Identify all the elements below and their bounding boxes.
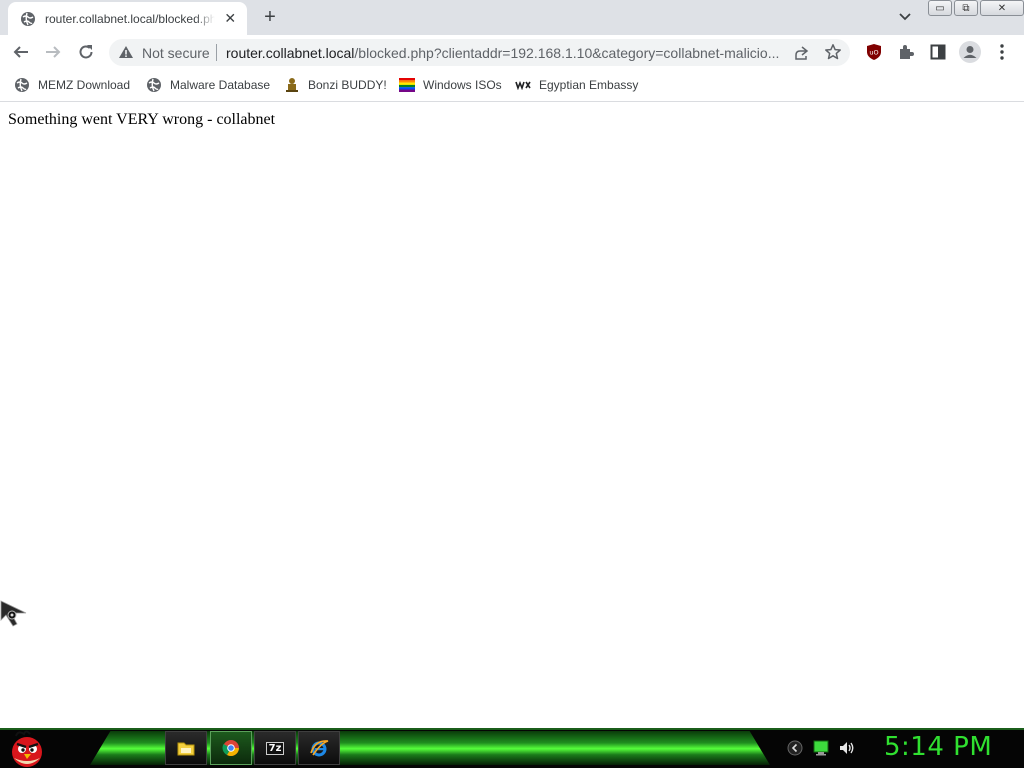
minimize-button[interactable]: ▭	[928, 0, 952, 16]
taskbar-border	[0, 728, 1024, 730]
reload-icon	[79, 45, 93, 59]
taskbar-clock[interactable]: 5:14 PM	[884, 732, 992, 762]
warning-icon[interactable]	[118, 45, 134, 59]
volume-icon[interactable]	[837, 738, 857, 758]
close-tab-icon[interactable]: ✕	[221, 10, 239, 28]
forward-button[interactable]	[41, 40, 65, 64]
security-label[interactable]: Not secure	[142, 45, 210, 61]
back-arrow-icon	[13, 46, 28, 58]
tab-title: router.collabnet.local/blocked.php?clien…	[45, 11, 216, 26]
browser-tab[interactable]: router.collabnet.local/blocked.php?clien…	[8, 2, 247, 35]
taskbar-chrome[interactable]	[210, 731, 252, 765]
file-explorer-icon	[177, 742, 195, 756]
url-path: /blocked.php?clientaddr=192.168.1.10&cat…	[354, 45, 780, 61]
globe-icon	[21, 11, 35, 26]
url-text[interactable]: router.collabnet.local/blocked.php?clien…	[226, 45, 779, 61]
internet-explorer-icon	[310, 740, 329, 757]
start-button[interactable]	[6, 728, 48, 768]
share-icon[interactable]	[793, 45, 809, 61]
bookmark-label: Windows ISOs	[423, 78, 502, 92]
bookmark-egyptian-embassy[interactable]: Egyptian Embassy	[515, 75, 638, 95]
bookmark-windows-isos[interactable]: Windows ISOs	[399, 75, 502, 95]
forward-arrow-icon	[46, 46, 61, 58]
globe-icon	[146, 77, 162, 93]
back-button[interactable]	[9, 40, 33, 64]
bookmark-bonzi-buddy[interactable]: Bonzi BUDDY!	[284, 75, 387, 95]
side-panel-shape	[930, 44, 946, 60]
bookmark-label: Bonzi BUDDY!	[308, 78, 387, 92]
wix-icon	[515, 77, 531, 93]
svg-text:uO: uO	[869, 49, 878, 57]
account-icon	[959, 41, 981, 63]
address-bar[interactable]: Not secure router.collabnet.local/blocke…	[109, 39, 850, 66]
bookmark-star-icon[interactable]	[824, 43, 842, 61]
side-panel-icon[interactable]	[929, 43, 947, 61]
taskbar-internet-explorer[interactable]	[298, 731, 340, 765]
globe-icon	[14, 77, 30, 93]
bookmark-label: Malware Database	[170, 78, 271, 92]
network-icon[interactable]	[811, 738, 831, 758]
profile-avatar[interactable]	[959, 41, 981, 63]
restore-button[interactable]: ⧉	[954, 0, 978, 16]
puzzle-icon	[900, 45, 914, 59]
taskbar-file-explorer[interactable]	[165, 731, 207, 765]
chevron-down-icon[interactable]	[896, 9, 914, 25]
new-tab-button[interactable]: +	[260, 7, 280, 27]
extensions-icon[interactable]	[897, 43, 915, 61]
reload-button[interactable]	[74, 40, 98, 64]
bookmarks-bar: MEMZ Download Malware Database Bonzi BUD…	[0, 69, 1024, 102]
rainbow-flag-icon	[399, 77, 415, 93]
7zip-icon: 7z	[265, 741, 285, 755]
system-tray	[785, 738, 863, 758]
window-controls: ▭ ⧉ ✕	[928, 0, 1024, 17]
error-message: Something went VERY wrong - collabnet	[8, 111, 276, 128]
ublock-shield-icon: uO	[867, 44, 881, 60]
omnibox-divider	[216, 44, 217, 61]
bookmark-label: MEMZ Download	[38, 78, 131, 92]
taskbar: 7z 5:14 PM	[0, 728, 1024, 768]
chrome-icon	[222, 740, 239, 757]
taskbar-7zip[interactable]: 7z	[254, 731, 296, 765]
browser-toolbar: Not secure router.collabnet.local/blocke…	[0, 35, 1024, 69]
bookmark-label: Egyptian Embassy	[539, 78, 639, 92]
bookmark-malware-database[interactable]: Malware Database	[146, 75, 270, 95]
tab-strip: router.collabnet.local/blocked.php?clien…	[0, 0, 1024, 35]
ublock-origin-icon[interactable]: uO	[865, 43, 883, 61]
kebab-menu-icon	[1000, 44, 1004, 60]
url-host: router.collabnet.local	[226, 45, 355, 61]
menu-icon[interactable]	[993, 43, 1011, 61]
bookmark-memz-download[interactable]: MEMZ Download	[14, 75, 130, 95]
mouse-cursor-icon	[0, 600, 27, 627]
close-window-button[interactable]: ✕	[980, 0, 1024, 16]
page-content: Something went VERY wrong - collabnet	[0, 103, 1024, 728]
bonzi-icon	[284, 77, 300, 93]
tray-overflow-icon[interactable]	[785, 738, 805, 758]
